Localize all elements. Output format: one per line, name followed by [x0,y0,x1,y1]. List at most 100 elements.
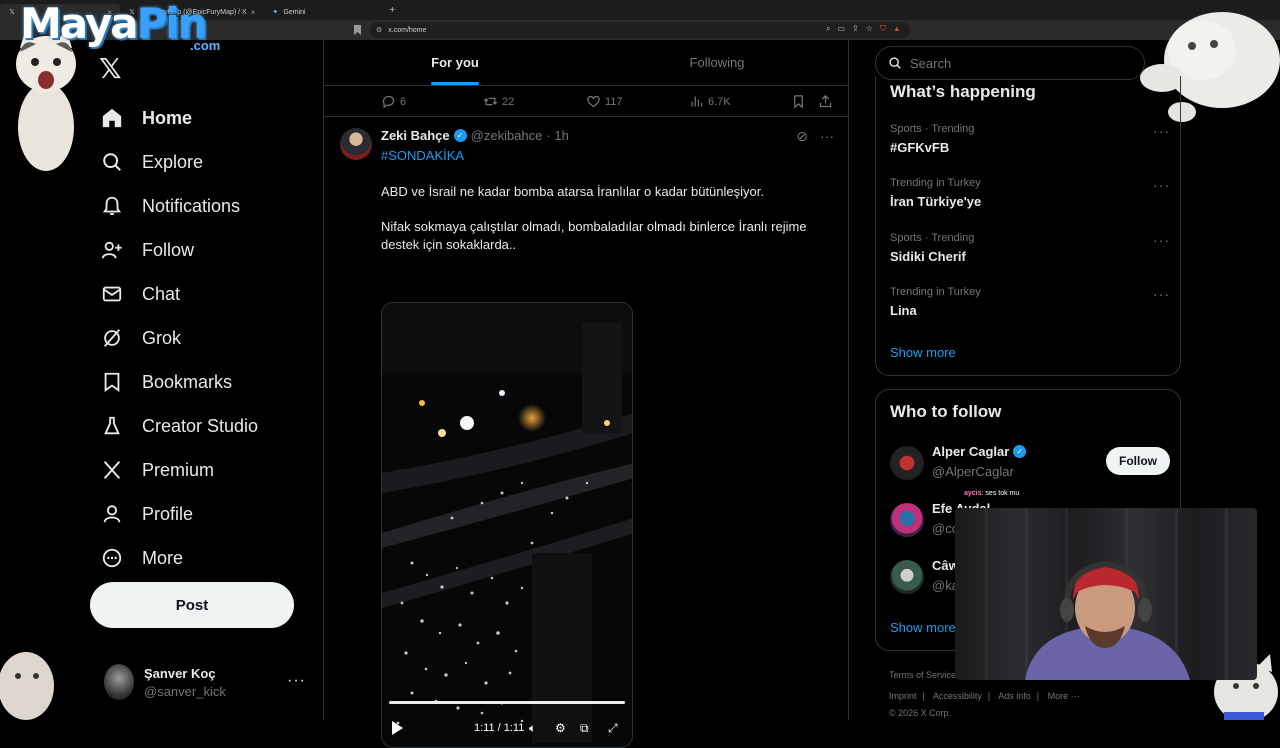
trend-title: #GFKvFB [890,140,950,155]
timeline-column: For you Following 6 22 117 6.7K Zeki Bah [323,40,849,748]
like-button[interactable]: 117 [586,94,623,109]
grok-icon [100,326,124,350]
bookmark-button[interactable] [791,94,806,109]
tweet-time[interactable]: · 1h [546,128,568,143]
avatar[interactable] [890,503,924,537]
fullscreen-icon[interactable]: ⤢ [608,721,618,736]
nav-item-profile[interactable]: Profile [100,492,320,536]
like-count: 117 [605,95,623,108]
x-logo-icon[interactable]: 𝕏 [99,52,122,85]
nav-label: Premium [142,459,215,480]
account-switcher[interactable]: Şanver Koç @sanver_kick ··· [104,660,314,704]
share-icon[interactable]: ⇪ [852,24,859,34]
trend-item[interactable]: Sports · Trending Sidiki Cherif ··· [890,232,1170,264]
hashtag-link[interactable]: #SONDAKİKA [381,148,464,163]
address-bar-icons: ⌕ ▭ ⇪ ☆ ⛉ ▲ [826,24,901,34]
show-more-link[interactable]: Show more [890,620,956,635]
more-dots-icon[interactable]: ··· [1153,177,1170,193]
nav-item-notifications[interactable]: Notifications [100,184,320,228]
avatar[interactable] [340,128,372,160]
footer-link[interactable]: Accessibility [933,691,982,701]
close-tab-icon[interactable]: × [251,8,256,17]
trend-item[interactable]: Trending in Turkey Lina ··· [890,286,1170,318]
share-icon [819,94,832,108]
avatar[interactable] [890,446,924,480]
nav-item-follow[interactable]: Follow [100,228,320,272]
footer-link[interactable]: Terms of Service [889,670,956,680]
nav-item-more[interactable]: More [100,536,320,580]
more-dots-icon[interactable]: ··· [1153,123,1170,139]
video-player[interactable]: 1:11 / 1:11 🔈︎ ⚙ ⧉ ⤢ [381,302,633,748]
bookmark-star-icon[interactable]: ☆ [866,24,873,34]
trend-title: İran Türkiye'ye [890,194,982,209]
new-tab-button[interactable]: + [389,5,395,16]
volume-icon[interactable]: 🔈︎ [529,721,536,736]
footer-link[interactable]: Ads info [998,691,1031,701]
suggestion-name-text: Alper Caglar [932,444,1010,459]
search-icon [100,150,124,174]
gemini-favicon-icon: ✦ [272,9,279,16]
views-button[interactable]: 6.7K [689,94,731,109]
settings-icon[interactable]: ⚙ [555,721,566,735]
nav-item-creator-studio[interactable]: Creator Studio [100,404,320,448]
more-dots-icon[interactable]: ··· [287,672,306,690]
share-button[interactable] [818,94,833,109]
tweet-text: Nifak sokmaya çalıştılar olmadı, bombala… [381,219,807,252]
chat-username: aycis [964,490,982,497]
author-handle[interactable]: @zekibahce [471,128,543,143]
picture-in-picture-icon[interactable]: ⧉ [580,721,589,736]
verified-badge-icon: ✓ [453,129,467,142]
avatar[interactable] [890,560,924,594]
search-input[interactable]: Search [875,46,1145,80]
suggestion-name: Alper Caglar ✓ [932,444,1027,459]
nav-item-chat[interactable]: Chat [100,272,320,316]
show-more-link[interactable]: Show more [890,345,956,360]
nav-item-bookmarks[interactable]: Bookmarks [100,360,320,404]
more-dots-icon[interactable]: ··· [1153,232,1170,248]
rewards-icon[interactable]: ▲ [893,24,901,34]
nav-label: Explore [142,151,204,172]
bookmark-icon [794,95,803,109]
tweet-header: Zeki Bahçe ✓ @zekibahce · 1h [381,128,569,143]
screen-icon[interactable]: ▭ [837,24,845,34]
footer-link[interactable]: More ··· [1048,691,1080,701]
nav-item-home[interactable]: Home [100,96,320,140]
card-title: What’s happening [890,82,1036,101]
nav-item-explore[interactable]: Explore [100,140,320,184]
tweet-text: ABD ve İsrail ne kadar bomba atarsa İran… [381,184,764,199]
grok-icon[interactable]: ⊘ [796,128,808,145]
x-icon [100,458,124,482]
site-settings-icon[interactable]: ⚙ [376,26,382,34]
nav-item-grok[interactable]: Grok [100,316,320,360]
repost-button[interactable]: 22 [483,94,514,109]
previous-post-actions: 6 22 117 6.7K [324,87,848,117]
trend-item[interactable]: Sports · Trending #GFKvFB ··· [890,123,1170,155]
play-icon[interactable] [392,721,403,735]
follow-suggestion[interactable]: Alper Caglar ✓ @AlperCaglar Follow [890,442,1170,486]
search-icon [889,57,901,69]
tab-following[interactable]: Following [586,40,848,85]
brave-shield-icon[interactable]: ⛉ [880,24,886,34]
nav-label: Bookmarks [142,371,233,392]
footer-link[interactable]: Imprint [889,691,917,701]
x-favicon-icon: 𝕏 [9,9,15,16]
nav-label: Creator Studio [142,415,259,436]
follow-button[interactable]: Follow [1106,447,1170,475]
zoom-icon[interactable]: ⌕ [826,24,830,34]
more-dots-icon[interactable]: ··· [1153,286,1170,302]
avatar [104,664,134,700]
post-button[interactable]: Post [90,582,294,628]
copyright: © 2026 X Corp. [889,708,952,718]
reply-button[interactable]: 6 [381,94,406,109]
verified-badge-icon: ✓ [1013,445,1027,458]
tab-for-you[interactable]: For you [324,40,586,85]
profile-handle: @sanver_kick [144,683,226,699]
author-name[interactable]: Zeki Bahçe [381,128,450,143]
logo-word-1: Maya [20,0,139,48]
webcam-overlay [955,508,1257,680]
video-progress-bar[interactable] [389,701,625,704]
more-dots-icon[interactable]: ··· [820,128,834,145]
nav-item-premium[interactable]: Premium [100,448,320,492]
trend-item[interactable]: Trending in Turkey İran Türkiye'ye ··· [890,177,1170,209]
browser-tab-gemini[interactable]: ✦ Gemini [263,4,383,20]
